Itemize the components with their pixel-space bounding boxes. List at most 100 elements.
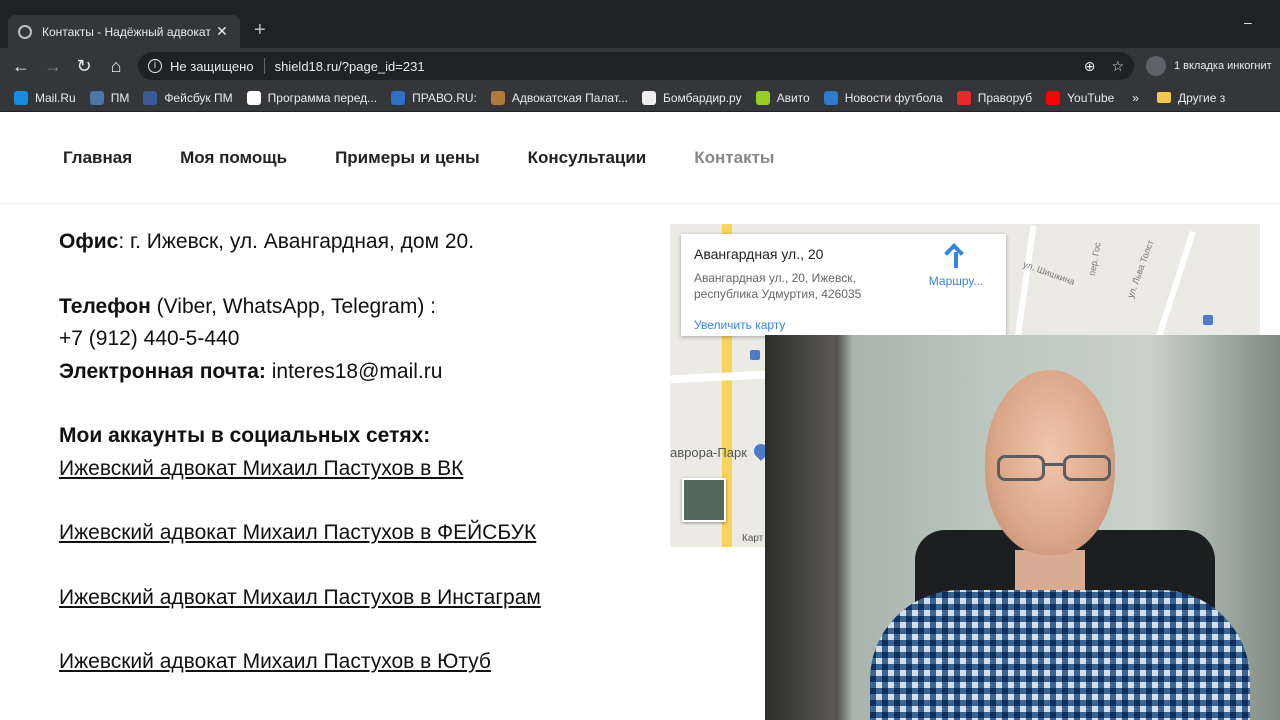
- bookmark-favicon-icon: [490, 90, 505, 105]
- bookmark-favicon-icon: [14, 90, 28, 105]
- new-tab-button[interactable]: +: [254, 19, 266, 41]
- bookmark-item[interactable]: ПРАВО.RU:: [391, 90, 477, 105]
- webcam-overlay: [765, 335, 1280, 720]
- map-street-label: пер. Гос: [1086, 241, 1103, 277]
- bookmark-item[interactable]: Новости футбола: [823, 90, 943, 105]
- bookmark-label: Новости футбола: [844, 90, 943, 105]
- bookmark-favicon-icon: [642, 90, 656, 105]
- bookmarks-more-button[interactable]: »: [1132, 91, 1139, 105]
- bookmark-label: Авито: [776, 90, 810, 105]
- security-status: Не защищено: [170, 58, 254, 74]
- phone-number: +7 (912) 440-5-440: [59, 327, 240, 350]
- map-poi-icon[interactable]: [750, 350, 760, 360]
- bookmark-label: ПМ: [110, 90, 130, 105]
- bookmark-favicon-icon: [391, 90, 406, 105]
- bookmark-favicon-icon: [246, 90, 261, 105]
- office-address: : г. Ижевск, ул. Авангардная, дом 20.: [118, 230, 475, 253]
- info-icon[interactable]: i: [148, 59, 162, 73]
- bookmark-label: Фейсбук ПМ: [164, 90, 233, 105]
- bookmark-item[interactable]: Программа перед...: [246, 90, 378, 105]
- address-separator: [263, 58, 265, 74]
- bookmark-label: Адвокатская Палат...: [511, 90, 628, 105]
- social-link-youtube[interactable]: Ижевский адвокат Михаил Пастухов в Ютуб: [59, 650, 491, 673]
- map-credit: Карт: [742, 533, 764, 544]
- bookmarks-bar: Mail.Ru ПМ Фейсбук ПМ Программа перед... ПРА…: [0, 84, 1280, 112]
- reload-icon[interactable]: ↻: [72, 54, 96, 78]
- enlarge-map-link[interactable]: Увеличить карту: [694, 318, 785, 332]
- webcam-person-glasses: [997, 455, 1115, 485]
- map-street-label: ул. Шишкина: [1021, 259, 1077, 287]
- site-navigation: Главная Моя помощь Примеры и цены Консул…: [0, 112, 1280, 204]
- webcam-background: [765, 335, 835, 720]
- bookmark-item[interactable]: Бомбардир.ру: [642, 90, 742, 105]
- satellite-toggle[interactable]: [682, 478, 726, 522]
- office-line: Офис: г. Ижевск, ул. Авангардная, дом 20…: [59, 226, 639, 259]
- forward-arrow-icon[interactable]: →: [41, 54, 65, 78]
- minimize-button[interactable]: –: [1244, 14, 1252, 30]
- zoom-icon[interactable]: ⊕: [1084, 58, 1096, 75]
- tab-title: Контакты - Надёжный адвокат: [42, 24, 211, 39]
- nav-item-my-help[interactable]: Моя помощь: [180, 148, 287, 168]
- contacts-content: Офис: г. Ижевск, ул. Авангардная, дом 20…: [59, 226, 639, 679]
- bookmark-item[interactable]: Mail.Ru: [14, 90, 76, 105]
- bookmark-favicon-icon: [89, 90, 104, 105]
- directions-label: Маршру...: [928, 274, 984, 288]
- map-street-label: ул. Льва Толст: [1125, 238, 1156, 300]
- browser-tab[interactable]: Контакты - Надёжный адвокат ✕: [8, 15, 240, 48]
- nav-item-home[interactable]: Главная: [63, 148, 132, 168]
- map-place-label: аврора-Парк: [670, 445, 747, 460]
- map-poi-icon[interactable]: [1203, 315, 1213, 325]
- folder-icon: [1156, 92, 1171, 103]
- bookmark-item[interactable]: Фейсбук ПМ: [143, 90, 233, 105]
- nav-item-examples-prices[interactable]: Примеры и цены: [335, 148, 480, 168]
- map-card-address: Авангардная ул., 20, Ижевск, республика …: [694, 271, 862, 301]
- bookmark-item[interactable]: Авито: [755, 90, 810, 105]
- bookmark-label: Программа перед...: [267, 90, 378, 105]
- social-link-instagram[interactable]: Ижевский адвокат Михаил Пастухов в Инста…: [59, 586, 541, 609]
- email-label: Электронная почта:: [59, 359, 266, 383]
- browser-titlebar: Контакты - Надёжный адвокат ✕ + –: [0, 0, 1280, 48]
- phone-label: Телефон: [59, 294, 151, 318]
- browser-toolbar: ← → ↻ ⌂ i Не защищено shield18.ru/?page_…: [0, 48, 1280, 84]
- phone-line: Телефон (Viber, WhatsApp, Telegram) :: [59, 291, 639, 324]
- bookmark-favicon-icon: [755, 90, 770, 105]
- bookmark-item[interactable]: ПМ: [89, 90, 130, 105]
- incognito-label: 1 вкладка инкогнит: [1174, 60, 1272, 72]
- globe-icon: [18, 24, 32, 39]
- directions-icon: [945, 246, 967, 268]
- other-bookmarks-label: Другие з: [1177, 90, 1226, 105]
- bookmark-favicon-icon: [143, 90, 158, 105]
- bookmark-label: Mail.Ru: [35, 90, 76, 105]
- webcam-person-shirt: [870, 590, 1250, 720]
- directions-button[interactable]: Маршру...: [921, 246, 991, 288]
- bookmark-label: Бомбардир.ру: [663, 90, 742, 105]
- address-bar[interactable]: i Не защищено shield18.ru/?page_id=231 ⊕…: [138, 52, 1134, 80]
- email-address: interes18@mail.ru: [265, 359, 443, 383]
- bookmark-favicon-icon: [1046, 90, 1061, 105]
- other-bookmarks-folder[interactable]: Другие з: [1156, 90, 1226, 105]
- social-link-facebook[interactable]: Ижевский адвокат Михаил Пастухов в ФЕЙСБ…: [59, 521, 536, 544]
- incognito-indicator[interactable]: 1 вкладка инкогнит: [1146, 56, 1272, 76]
- back-arrow-icon[interactable]: ←: [9, 54, 33, 78]
- social-link-vk[interactable]: Ижевский адвокат Михаил Пастухов в ВК: [59, 457, 463, 480]
- bookmark-favicon-icon: [823, 90, 838, 105]
- bookmark-label: Праворуб: [977, 90, 1033, 105]
- incognito-icon: [1146, 56, 1166, 76]
- nav-item-consultations[interactable]: Консультации: [528, 148, 647, 168]
- star-icon[interactable]: ☆: [1111, 58, 1124, 75]
- social-heading: Мои аккаунты в социальных сетях:: [59, 424, 431, 447]
- office-label: Офис: [59, 230, 119, 253]
- email-line: Электронная почта: interes18@mail.ru: [59, 356, 639, 389]
- bookmark-item[interactable]: YouTube: [1046, 90, 1115, 105]
- bookmark-label: ПРАВО.RU:: [412, 90, 477, 105]
- home-icon[interactable]: ⌂: [104, 54, 128, 78]
- phone-messengers: (Viber, WhatsApp, Telegram) :: [150, 294, 437, 318]
- map-place-card: Авангардная ул., 20 Авангардная ул., 20,…: [681, 234, 1006, 336]
- bookmark-item[interactable]: Праворуб: [956, 90, 1033, 105]
- bookmark-item[interactable]: Адвокатская Палат...: [490, 90, 628, 105]
- url-text[interactable]: shield18.ru/?page_id=231: [275, 59, 425, 74]
- close-icon[interactable]: ✕: [214, 23, 230, 40]
- nav-item-contacts[interactable]: Контакты: [694, 148, 774, 168]
- bookmark-label: YouTube: [1067, 90, 1115, 105]
- bookmark-favicon-icon: [956, 90, 971, 105]
